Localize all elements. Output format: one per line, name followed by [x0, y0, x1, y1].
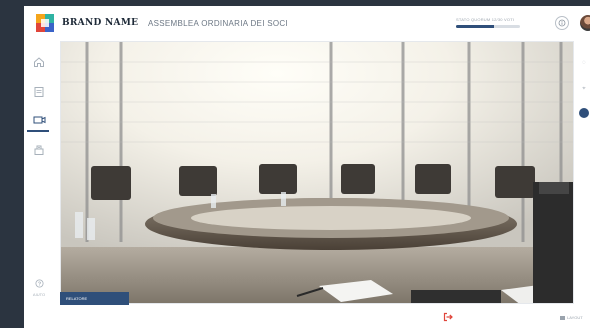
progress-label: STATO QUORUM 12/30 VOTI: [456, 17, 515, 22]
document-icon[interactable]: [31, 84, 47, 100]
brand-name: BRAND NAME: [62, 18, 139, 28]
notification-icon[interactable]: [579, 108, 589, 118]
app-window: BRAND NAME ASSEMBLEA ORDINARIA DEI SOCI …: [24, 6, 590, 328]
layout-toggle[interactable]: LAYOUT: [560, 315, 583, 320]
layout-icon: [560, 315, 565, 320]
exit-icon[interactable]: [443, 312, 453, 322]
people-icon[interactable]: ⌖: [579, 84, 589, 94]
meeting-room-image: [61, 42, 573, 303]
left-rail: AIUTO: [24, 40, 54, 328]
layout-label: LAYOUT: [567, 315, 583, 320]
footer-bar: LAYOUT: [24, 306, 590, 328]
help-icon: [28, 279, 50, 290]
quorum-progress: STATO QUORUM 12/30 VOTI: [456, 17, 520, 28]
info-icon[interactable]: [555, 16, 569, 30]
help-label: AIUTO: [32, 292, 46, 297]
brand-logo: [36, 14, 54, 32]
help-button[interactable]: AIUTO: [28, 279, 50, 297]
video-icon[interactable]: [31, 112, 47, 128]
vote-icon[interactable]: [31, 142, 47, 158]
home-icon[interactable]: [31, 54, 47, 70]
right-rail: ◌ ⌖: [577, 40, 590, 310]
video-stage[interactable]: [60, 41, 574, 304]
progress-track: [456, 25, 520, 28]
active-indicator: [27, 130, 49, 132]
chat-icon[interactable]: ◌: [579, 58, 589, 68]
top-bar: BRAND NAME ASSEMBLEA ORDINARIA DEI SOCI …: [24, 6, 590, 40]
user-avatar[interactable]: [580, 15, 590, 31]
speaker-caption: RELATORE: [60, 292, 129, 305]
progress-fill: [456, 25, 495, 28]
meeting-title: ASSEMBLEA ORDINARIA DEI SOCI: [148, 19, 288, 28]
